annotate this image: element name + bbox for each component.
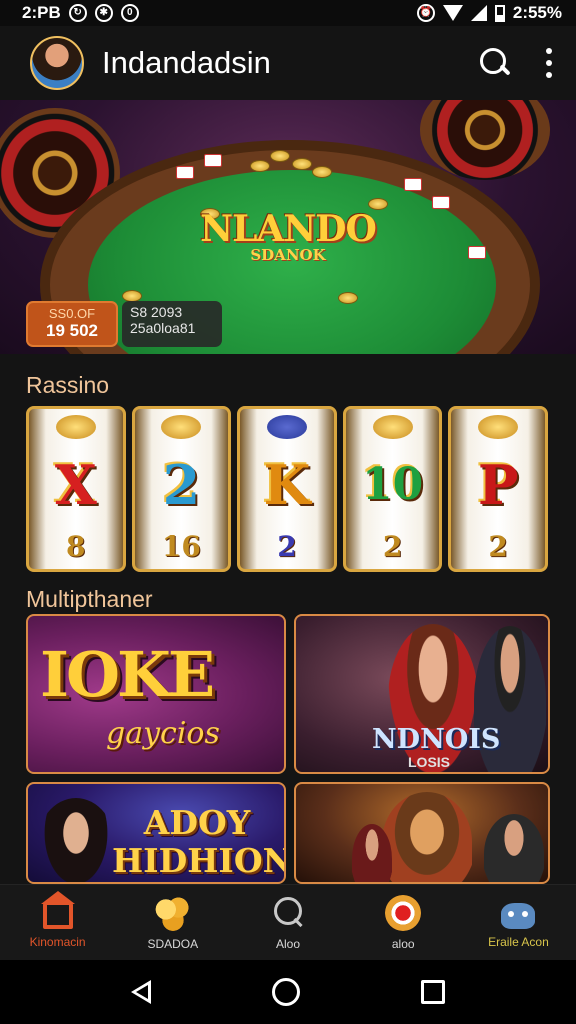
coin-icon (270, 150, 290, 162)
settings-icon: ✱ (94, 4, 113, 22)
nav-item-home[interactable]: Kinomacin (0, 885, 115, 960)
hero-logo-main: NLANDO (200, 208, 377, 250)
game-card-dealers[interactable]: NDNOIS LOSIS (294, 614, 550, 774)
playing-card-icon (468, 246, 486, 259)
nav-label: Kinomacin (29, 935, 86, 949)
playing-card-icon (432, 196, 450, 209)
game-card-adoy[interactable]: ADOY HIDHION (26, 782, 286, 884)
sync-icon: ↻ (68, 4, 87, 22)
coin-symbol-icon (55, 415, 96, 439)
coin-icon (312, 166, 332, 178)
section-title-multiplayer: Multipthaner (26, 586, 153, 612)
status-right: ⏰ 2:55% (416, 3, 562, 23)
playing-card-icon (404, 178, 422, 191)
recents-icon[interactable] (421, 980, 446, 1004)
alarm-icon: ⏰ (416, 4, 435, 22)
coin-symbol-icon (478, 415, 519, 439)
signal-icon (470, 5, 487, 21)
nav-label: Aloo (275, 937, 301, 951)
system-nav-bar (0, 960, 576, 1024)
coin-symbol-icon (161, 415, 202, 439)
bottom-nav: Kinomacin SDADOA Aloo aloo Eraile Acon (0, 884, 576, 960)
game-title-line-1: ADOY (143, 803, 251, 842)
guest-man-image (484, 814, 544, 882)
section-title-casino: Rassino (26, 372, 110, 398)
host-woman-image (36, 798, 116, 882)
wifi-icon (442, 5, 463, 21)
robot-icon (501, 903, 536, 929)
jackpot-label: SS0.OF (48, 306, 96, 321)
nav-item-coins[interactable]: SDADOA (115, 885, 230, 960)
jackpot-amount: 19 502 (46, 321, 98, 340)
jackpot-badge[interactable]: SS0.OF 19 502 (26, 301, 118, 347)
app-bar: Indandadsin (0, 26, 576, 100)
nav-label: Eraile Acon (488, 935, 549, 949)
reel-bottom-symbol: 2 (488, 530, 508, 563)
home-circle-icon[interactable] (271, 978, 300, 1006)
reel-symbol: 2 (162, 452, 201, 517)
battery-percent: 2:55% (512, 3, 562, 22)
back-icon[interactable] (130, 980, 151, 1004)
nav-label: aloo (391, 937, 415, 951)
reel-bottom-symbol: 8 (66, 530, 86, 563)
reel-symbol: P (477, 452, 519, 517)
more-menu-icon[interactable] (544, 48, 554, 78)
chip-icon (385, 895, 422, 931)
notification-icon: 0 (120, 4, 139, 22)
bet-line-2: 25a0loa81 (130, 320, 196, 336)
game-title: ADOY HIDHION (112, 803, 286, 880)
game-card-party[interactable] (294, 782, 550, 884)
slot-reels[interactable]: X 8 2 16 K 2 10 2 P 2 (26, 406, 548, 572)
coins-icon (154, 895, 191, 931)
status-time: 2:PB (22, 3, 61, 22)
viking-character-image (382, 792, 472, 882)
nav-item-chip[interactable]: aloo (346, 885, 461, 960)
coin-icon (250, 160, 270, 172)
status-left: 2:PB ↻ ✱ 0 (22, 3, 139, 23)
reel-symbol: K (263, 452, 311, 517)
reel-symbol: X (54, 452, 97, 517)
playing-card-icon (176, 166, 194, 179)
game-subtitle: LOSIS (408, 754, 451, 770)
status-bar: 2:PB ↻ ✱ 0 ⏰ 2:55% (0, 0, 576, 26)
coin-icon (292, 158, 312, 170)
coin-icon (338, 292, 358, 304)
search-icon[interactable] (478, 46, 512, 80)
battery-icon (494, 4, 505, 22)
bet-badge[interactable]: S8 2093 25a0loa81 (122, 301, 222, 347)
nav-item-bot[interactable]: Eraile Acon (461, 885, 576, 960)
nav-label: SDADOA (147, 937, 199, 951)
nav-item-search[interactable]: Aloo (230, 885, 345, 960)
game-title: NDNOIS (372, 724, 501, 755)
coin-symbol-icon (372, 415, 413, 439)
app-title: Indandadsin (102, 45, 271, 80)
reel-symbol: 10 (361, 459, 424, 510)
game-title: IOKE (40, 638, 215, 711)
reel[interactable]: P 2 (448, 406, 548, 572)
hero-banner[interactable]: NLANDO SDANOK SS0.OF 19 502 S8 2093 25a0… (0, 100, 576, 354)
game-title-line-2: HIDHION (112, 841, 286, 880)
reel[interactable]: 2 16 (131, 406, 232, 572)
reel[interactable]: X 8 (26, 406, 126, 572)
game-card-joke[interactable]: IOKE gaycios (26, 614, 286, 774)
coin-symbol-icon (266, 415, 307, 439)
playing-card-icon (204, 154, 222, 167)
reel[interactable]: K 2 (237, 406, 337, 572)
reel-bottom-symbol: 16 (161, 530, 201, 563)
reel[interactable]: 10 2 (342, 406, 443, 572)
bet-line-1: S8 2093 (130, 304, 183, 320)
reel-bottom-symbol: 2 (382, 530, 403, 563)
home-icon (40, 891, 75, 929)
avatar[interactable] (30, 36, 84, 90)
search-icon (270, 895, 306, 931)
hero-logo: NLANDO SDANOK (200, 208, 377, 264)
game-subtitle: gaycios (106, 716, 220, 751)
reel-bottom-symbol: 2 (277, 530, 297, 563)
